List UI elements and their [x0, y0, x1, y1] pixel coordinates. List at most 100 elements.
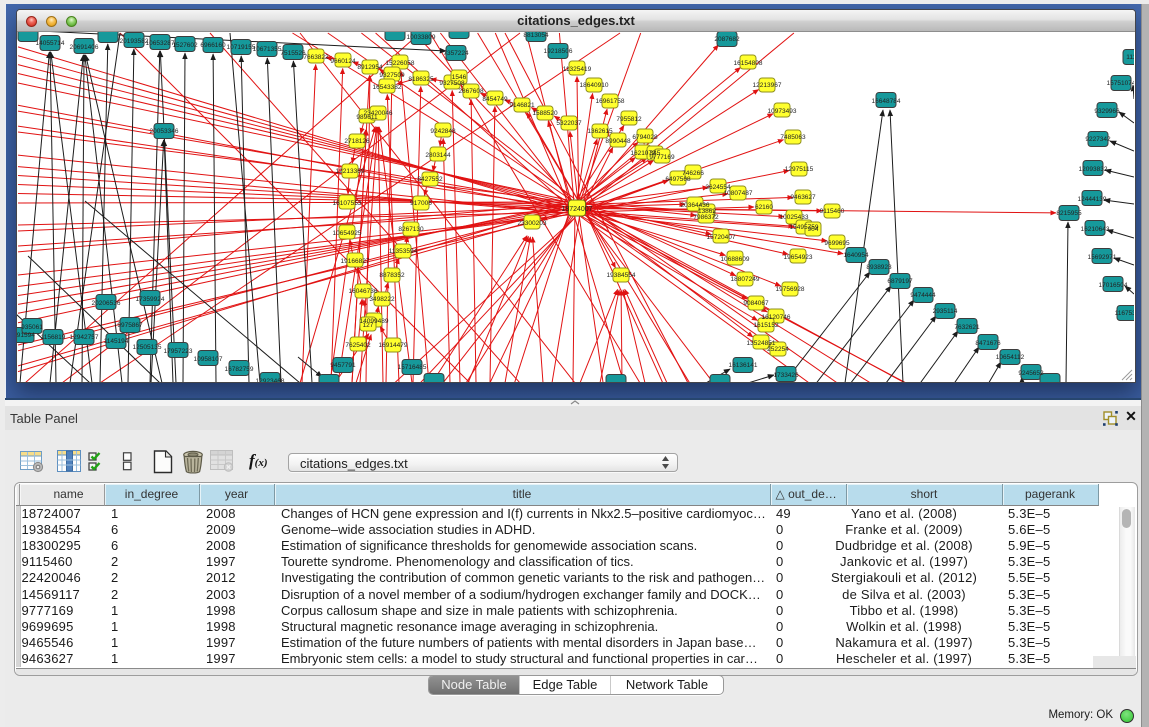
svg-text:20053346: 20053346 [150, 128, 179, 135]
svg-text:1362615: 1362615 [587, 128, 613, 135]
svg-text:8912954: 8912954 [357, 64, 383, 71]
svg-text:12213967: 12213967 [753, 82, 782, 89]
svg-text:10807487: 10807487 [724, 190, 753, 197]
svg-text:9084067: 9084067 [743, 300, 769, 307]
svg-text:10671355: 10671355 [253, 46, 282, 53]
svg-text:8938923: 8938923 [866, 264, 892, 271]
svg-text:10973493: 10973493 [768, 108, 797, 115]
svg-text:20193582: 20193582 [120, 38, 149, 45]
svg-text:20206536: 20206536 [92, 300, 121, 307]
svg-text:1588520: 1588520 [532, 110, 558, 117]
svg-text:17359924: 17359924 [136, 296, 165, 303]
svg-text:62160: 62160 [755, 204, 773, 211]
svg-text:9227342: 9227342 [1085, 136, 1111, 143]
svg-text:17957223: 17957223 [164, 348, 193, 355]
svg-text:1615152: 1615152 [753, 322, 779, 329]
svg-text:19218506: 19218506 [544, 48, 573, 55]
svg-text:12975115: 12975115 [785, 166, 814, 173]
svg-text:8215955: 8215955 [1056, 210, 1082, 217]
svg-text:12093832: 12093832 [1079, 166, 1108, 173]
svg-text:10033809: 10033809 [407, 34, 436, 41]
svg-text:8186325: 8186325 [408, 76, 434, 83]
svg-text:9699695: 9699695 [824, 240, 850, 247]
svg-text:12923468: 12923468 [256, 378, 285, 382]
svg-text:5322037: 5322037 [556, 120, 582, 127]
svg-text:15751074: 15751074 [1107, 80, 1134, 87]
svg-text:1546: 1546 [452, 74, 467, 81]
svg-text:10719155: 10719155 [227, 44, 256, 51]
svg-text:20691406: 20691406 [70, 44, 99, 51]
svg-text:7515526: 7515526 [280, 50, 306, 57]
svg-text:11325419: 11325419 [563, 66, 592, 73]
svg-text:6966160: 6966160 [200, 42, 226, 49]
svg-text:23300203: 23300203 [518, 220, 547, 227]
svg-text:1640954: 1640954 [843, 252, 869, 259]
svg-text:1167533: 1167533 [1115, 310, 1134, 317]
svg-text:10025433: 10025433 [780, 214, 809, 221]
svg-text:18807249: 18807249 [731, 276, 760, 283]
svg-text:12213369: 12213369 [336, 168, 365, 175]
svg-text:9457791: 9457791 [330, 362, 356, 369]
svg-text:9327508: 9327508 [439, 80, 465, 87]
svg-text:16046736: 16046736 [349, 288, 378, 295]
svg-text:16107553: 16107553 [333, 200, 362, 207]
svg-text:7485063: 7485063 [780, 134, 806, 141]
svg-text:19384554: 19384554 [607, 272, 636, 279]
svg-text:9474444: 9474444 [910, 292, 936, 299]
svg-text:19756928: 19756928 [776, 286, 805, 293]
svg-text:6794028: 6794028 [632, 134, 658, 141]
svg-text:16543382: 16543382 [373, 84, 402, 91]
svg-text:8454749: 8454749 [482, 96, 508, 103]
svg-text:10688609: 10688609 [721, 256, 750, 263]
svg-text:16154808: 16154808 [734, 60, 763, 67]
svg-text:16136141: 16136141 [729, 362, 758, 369]
svg-text:16120746: 16120746 [762, 314, 791, 321]
svg-text:16782759: 16782759 [225, 366, 254, 373]
svg-text:6879197: 6879197 [887, 278, 913, 285]
svg-text:8878352: 8878352 [379, 272, 405, 279]
svg-text:391594: 391594 [17, 332, 35, 339]
svg-text:1145194: 1145194 [104, 338, 129, 345]
svg-text:2718126: 2718126 [344, 138, 370, 145]
svg-text:9463627: 9463627 [790, 194, 816, 201]
svg-text:16914479: 16914479 [379, 342, 408, 349]
svg-text:8813054: 8813054 [523, 32, 549, 39]
svg-text:12444139: 12444139 [1078, 196, 1107, 203]
svg-text:15692971: 15692971 [1088, 254, 1117, 261]
svg-text:9115460: 9115460 [820, 208, 845, 215]
svg-text:7663822: 7663822 [303, 54, 329, 61]
svg-text:9327509: 9327509 [379, 72, 405, 79]
svg-text:917006: 917006 [410, 200, 432, 207]
svg-text:18724007: 18724007 [561, 206, 592, 213]
svg-text:19166827: 19166827 [341, 258, 370, 265]
svg-text:17016504: 17016504 [1099, 282, 1128, 289]
svg-text:904: 904 [808, 226, 819, 233]
svg-text:8990448: 8990448 [605, 138, 631, 145]
svg-text:9242848: 9242848 [430, 128, 456, 135]
svg-text:16648784: 16648784 [872, 98, 901, 105]
svg-text:2935114: 2935114 [933, 308, 958, 315]
svg-text:10958107: 10958107 [194, 356, 223, 363]
svg-text:3498222: 3498222 [369, 296, 395, 303]
svg-text:16210643: 16210643 [1081, 226, 1110, 233]
svg-text:7625402: 7625402 [345, 342, 371, 349]
svg-text:14055714: 14055714 [36, 40, 65, 47]
svg-text:9975867: 9975867 [117, 322, 143, 329]
svg-text:252254: 252254 [767, 346, 789, 353]
svg-text:2803144: 2803144 [425, 152, 451, 159]
svg-text:9329966: 9329966 [1094, 108, 1120, 115]
svg-text:127: 127 [363, 322, 374, 329]
svg-text:9660124: 9660124 [330, 58, 356, 65]
svg-text:7632621: 7632621 [954, 324, 980, 331]
svg-text:7955812: 7955812 [616, 116, 642, 123]
svg-text:10654112: 10654112 [996, 354, 1025, 361]
svg-text:15226058: 15226058 [386, 60, 415, 67]
svg-text:7357224: 7357224 [443, 50, 469, 57]
svg-text:10653287: 10653287 [146, 40, 175, 47]
svg-text:11353594: 11353594 [389, 248, 418, 255]
svg-text:8471676: 8471676 [975, 340, 1001, 347]
svg-text:935061: 935061 [21, 324, 43, 331]
svg-text:19654923: 19654923 [784, 254, 813, 261]
svg-text:1156819: 1156819 [41, 334, 66, 341]
svg-text:15720407: 15720407 [707, 234, 736, 241]
